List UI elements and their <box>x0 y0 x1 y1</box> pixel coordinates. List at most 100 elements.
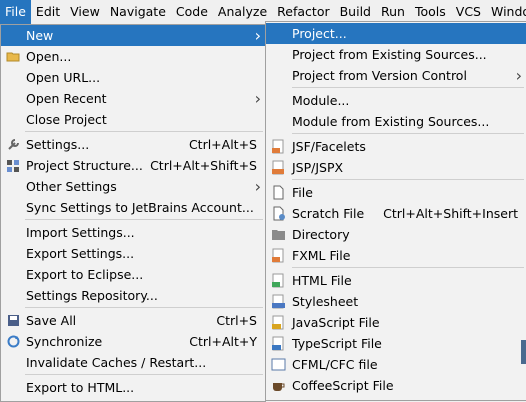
menu-item-label: File <box>292 185 313 200</box>
menu-item-label: Export to Eclipse... <box>26 267 144 282</box>
folder-open-icon <box>6 49 21 64</box>
file-menu-item[interactable]: Settings Repository... <box>1 285 265 306</box>
menu-item-label: JSF/Facelets <box>292 139 366 154</box>
scratch-file-icon <box>271 206 286 221</box>
menu-item-label: Open... <box>26 49 72 64</box>
submenu-arrow-icon: › <box>254 177 261 196</box>
html-icon <box>271 273 286 288</box>
shortcut-label: Ctrl+Alt+Y <box>189 334 257 349</box>
menu-item-label: Invalidate Caches / Restart... <box>26 355 207 370</box>
menu-separator <box>25 219 263 220</box>
menu-item-label: New <box>26 28 54 43</box>
file-menu-item[interactable]: Export Settings... <box>1 243 265 264</box>
menubar-item-navigate[interactable]: Navigate <box>105 0 171 24</box>
new-submenu-item[interactable]: CFML/CFC file <box>266 354 526 375</box>
file-menu-item[interactable]: Open Recent › <box>1 88 265 109</box>
ts-icon <box>271 336 286 351</box>
menu-item-label: TypeScript File <box>292 336 382 351</box>
file-menu-item[interactable]: Other Settings › <box>1 176 265 197</box>
file-menu-item[interactable]: Export to Eclipse... <box>1 264 265 285</box>
menu-item-label: Export to HTML... <box>26 380 135 395</box>
new-submenu-item[interactable]: HTML File <box>266 270 526 291</box>
menu-item-label: Settings... <box>26 137 90 152</box>
menubar-item-file[interactable]: File <box>0 0 31 24</box>
submenu-arrow-icon: › <box>254 26 261 45</box>
new-submenu: Project... Project from Existing Sources.… <box>265 21 526 401</box>
submenu-arrow-icon: › <box>254 89 261 108</box>
file-menu-item[interactable]: Settings... Ctrl+Alt+S <box>1 134 265 155</box>
menu-item-label: JSP/JSPX <box>292 160 344 175</box>
file-menu-item[interactable]: Synchronize Ctrl+Alt+Y <box>1 331 265 352</box>
jsf-icon <box>271 139 286 154</box>
file-menu-item[interactable]: Export to HTML... <box>1 377 265 398</box>
menu-item-label: Save All <box>26 313 77 328</box>
file-menu-item[interactable]: New › <box>1 25 265 46</box>
file-menu-item[interactable]: Invalidate Caches / Restart... <box>1 352 265 373</box>
menu-item-label: HTML File <box>292 273 352 288</box>
menu-item-label: Settings Repository... <box>26 288 158 303</box>
sync-icon <box>6 334 21 349</box>
menu-item-label: Module... <box>292 93 350 108</box>
menu-item-label: CoffeeScript File <box>292 378 394 393</box>
menubar-item-view[interactable]: View <box>65 0 105 24</box>
menu-separator <box>292 133 524 134</box>
new-submenu-item[interactable]: JSP/JSPX <box>266 157 526 178</box>
menu-item-label: Project... <box>292 26 347 41</box>
new-submenu-item[interactable]: JavaScript File <box>266 312 526 333</box>
new-submenu-item[interactable]: Project... <box>266 23 526 44</box>
new-submenu-item[interactable]: Directory <box>266 224 526 245</box>
menu-item-label: Synchronize <box>26 334 103 349</box>
menu-item-label: Scratch File <box>292 206 365 221</box>
file-menu-item[interactable]: Save All Ctrl+S <box>1 310 265 331</box>
new-submenu-item[interactable]: TypeScript File <box>266 333 526 354</box>
menu-item-label: FXML File <box>292 248 351 263</box>
file-menu-item[interactable]: Sync Settings to JetBrains Account... <box>1 197 265 218</box>
coffeescript-icon <box>271 378 286 393</box>
menu-item-label: Export Settings... <box>26 246 135 261</box>
menubar-item-analyze[interactable]: Analyze <box>213 0 272 24</box>
new-submenu-item[interactable]: Stylesheet <box>266 291 526 312</box>
new-submenu-item[interactable]: Module... <box>266 90 526 111</box>
file-icon <box>271 185 286 200</box>
file-menu-item[interactable]: Open... <box>1 46 265 67</box>
file-menu-item[interactable]: Import Settings... <box>1 222 265 243</box>
menu-separator <box>292 267 524 268</box>
new-submenu-item[interactable]: FXML File <box>266 245 526 266</box>
shortcut-label: Ctrl+Alt+Shift+S <box>150 158 257 173</box>
new-submenu-item[interactable]: Scratch File Ctrl+Alt+Shift+Insert <box>266 203 526 224</box>
file-menu: New › Open... Open URL... Open Recent › Close … <box>0 24 266 402</box>
menu-item-label: Import Settings... <box>26 225 135 240</box>
fxml-icon <box>271 248 286 263</box>
js-icon <box>271 315 286 330</box>
menu-item-label: Directory <box>292 227 350 242</box>
menu-item-label: Stylesheet <box>292 294 359 309</box>
new-submenu-item[interactable]: CoffeeScript File <box>266 375 526 396</box>
folder-icon <box>271 227 286 242</box>
menu-separator <box>292 87 524 88</box>
submenu-arrow-icon: › <box>515 66 522 85</box>
menu-separator <box>25 307 263 308</box>
menu-item-label: JavaScript File <box>292 315 380 330</box>
menu-item-label: Open Recent <box>26 91 107 106</box>
shortcut-label: Ctrl+Alt+S <box>188 137 257 152</box>
menu-item-label: Module from Existing Sources... <box>292 114 490 129</box>
new-submenu-item[interactable]: Module from Existing Sources... <box>266 111 526 132</box>
new-submenu-item[interactable]: File <box>266 182 526 203</box>
shortcut-label: Ctrl+Alt+Shift+Insert <box>383 206 518 221</box>
file-menu-item[interactable]: Close Project <box>1 109 265 130</box>
menubar-item-edit[interactable]: Edit <box>31 0 65 24</box>
menu-item-label: Close Project <box>26 112 107 127</box>
new-submenu-item[interactable]: JSF/Facelets <box>266 136 526 157</box>
cfml-icon <box>271 357 286 372</box>
menu-separator <box>25 131 263 132</box>
jsp-icon <box>271 160 286 175</box>
file-menu-item[interactable]: Open URL... <box>1 67 265 88</box>
new-submenu-item[interactable]: Project from Existing Sources... <box>266 44 526 65</box>
menubar-item-code[interactable]: Code <box>171 0 213 24</box>
menu-item-label: Sync Settings to JetBrains Account... <box>26 200 254 215</box>
file-menu-item[interactable]: Project Structure... Ctrl+Alt+Shift+S <box>1 155 265 176</box>
menu-item-label: Other Settings <box>26 179 117 194</box>
shortcut-label: Ctrl+S <box>216 313 257 328</box>
menu-item-label: Project Structure... <box>26 158 143 173</box>
new-submenu-item[interactable]: Project from Version Control › <box>266 65 526 86</box>
